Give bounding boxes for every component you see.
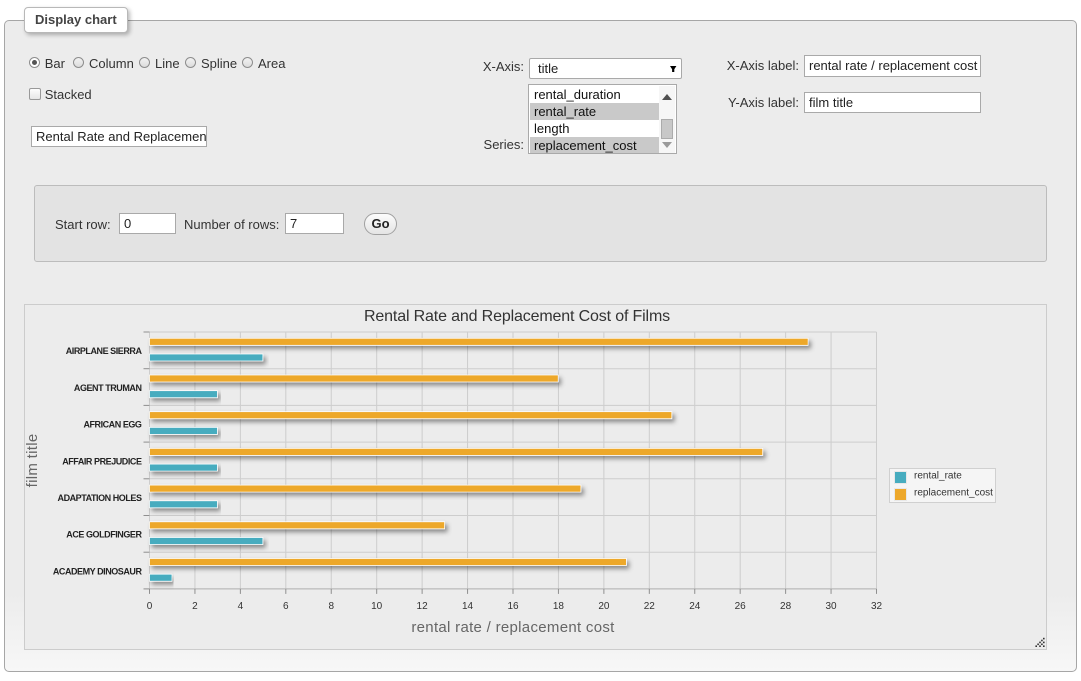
svg-text:6: 6 [283,601,289,612]
svg-text:ACE GOLDFINGER: ACE GOLDFINGER [66,530,142,540]
svg-text:30: 30 [825,601,837,612]
svg-text:18: 18 [553,601,565,612]
svg-text:rental_rate: rental_rate [914,471,962,482]
svg-text:10: 10 [371,601,383,612]
svg-text:24: 24 [689,601,701,612]
svg-text:28: 28 [780,601,792,612]
svg-text:20: 20 [598,601,610,612]
svg-text:16: 16 [507,601,519,612]
svg-text:Rental Rate and Replacement Co: Rental Rate and Replacement Cost of Film… [364,308,670,325]
svg-text:AGENT TRUMAN: AGENT TRUMAN [74,383,142,393]
svg-text:ACADEMY DINOSAUR: ACADEMY DINOSAUR [53,566,143,576]
svg-text:32: 32 [871,601,883,612]
svg-text:14: 14 [462,601,474,612]
svg-text:AFFAIR PREJUDICE: AFFAIR PREJUDICE [62,456,142,466]
svg-text:4: 4 [238,601,244,612]
svg-text:8: 8 [328,601,334,612]
svg-text:replacement_cost: replacement_cost [914,488,993,499]
svg-text:rental rate / replacement cost: rental rate / replacement cost [411,619,615,636]
svg-text:22: 22 [644,601,656,612]
svg-text:26: 26 [735,601,747,612]
svg-text:2: 2 [192,601,198,612]
svg-text:ADAPTATION HOLES: ADAPTATION HOLES [58,493,142,503]
svg-text:AFRICAN EGG: AFRICAN EGG [83,420,141,430]
svg-text:film title: film title [25,434,41,488]
svg-text:12: 12 [417,601,429,612]
svg-text:AIRPLANE SIERRA: AIRPLANE SIERRA [66,346,143,356]
svg-text:0: 0 [147,601,153,612]
